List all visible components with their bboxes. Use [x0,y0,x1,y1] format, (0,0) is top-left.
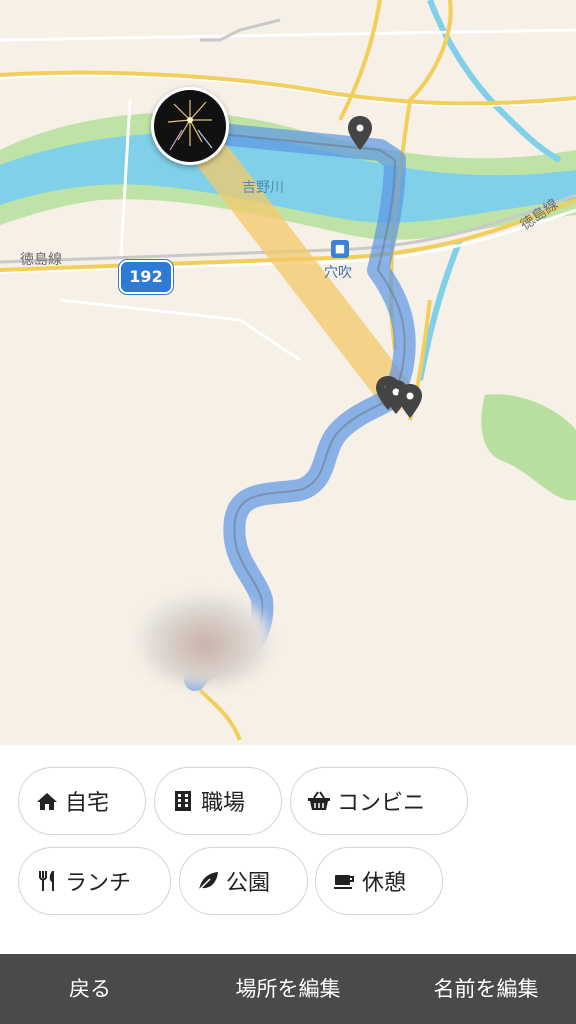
chip-park[interactable]: 公園 [179,847,308,915]
home-icon [37,793,57,810]
chip-break[interactable]: 休憩 [315,847,443,915]
map-pin [398,384,422,418]
building-icon [175,791,191,811]
chip-work[interactable]: 職場 [154,767,282,835]
park-area [481,394,576,501]
station-label: 穴吹 [324,265,352,281]
map-view[interactable]: 吉野川 徳島線 徳島線 穴吹 ■ 192 [0,0,576,745]
fireworks-icon [154,90,226,162]
chip-label: 休憩 [362,871,407,896]
rail-line-label: 徳島線 [20,252,62,268]
train-station-icon[interactable]: ■ [331,240,349,258]
bottom-toolbar: 戻る 場所を編集 名前を編集 [0,954,576,1024]
chip-label: コンビニ [337,791,426,816]
chip-label: 自宅 [65,791,110,816]
blurred-area [140,595,270,685]
river-label: 吉野川 [242,180,284,196]
leaf-icon [198,872,218,891]
chip-convenience-store[interactable]: コンビニ [290,767,468,835]
chip-lunch[interactable]: ランチ [18,847,171,915]
chip-label: ランチ [65,871,132,896]
back-button[interactable]: 戻る [20,954,160,1024]
chip-label: 職場 [201,791,246,816]
coffee-cup-icon [334,875,354,889]
fork-knife-icon [39,871,54,891]
chip-home[interactable]: 自宅 [18,767,146,835]
place-category-panel: 自宅 職場 コンビニ ランチ 公園 休憩 [0,745,576,954]
photo-pin[interactable] [151,87,229,165]
edit-name-button[interactable]: 名前を編集 [406,954,566,1024]
map-canvas [0,0,576,741]
highway-shield: 192 [119,260,173,294]
chip-label: 公園 [226,871,271,896]
basket-icon [308,791,330,810]
edit-place-button[interactable]: 場所を編集 [208,954,368,1024]
